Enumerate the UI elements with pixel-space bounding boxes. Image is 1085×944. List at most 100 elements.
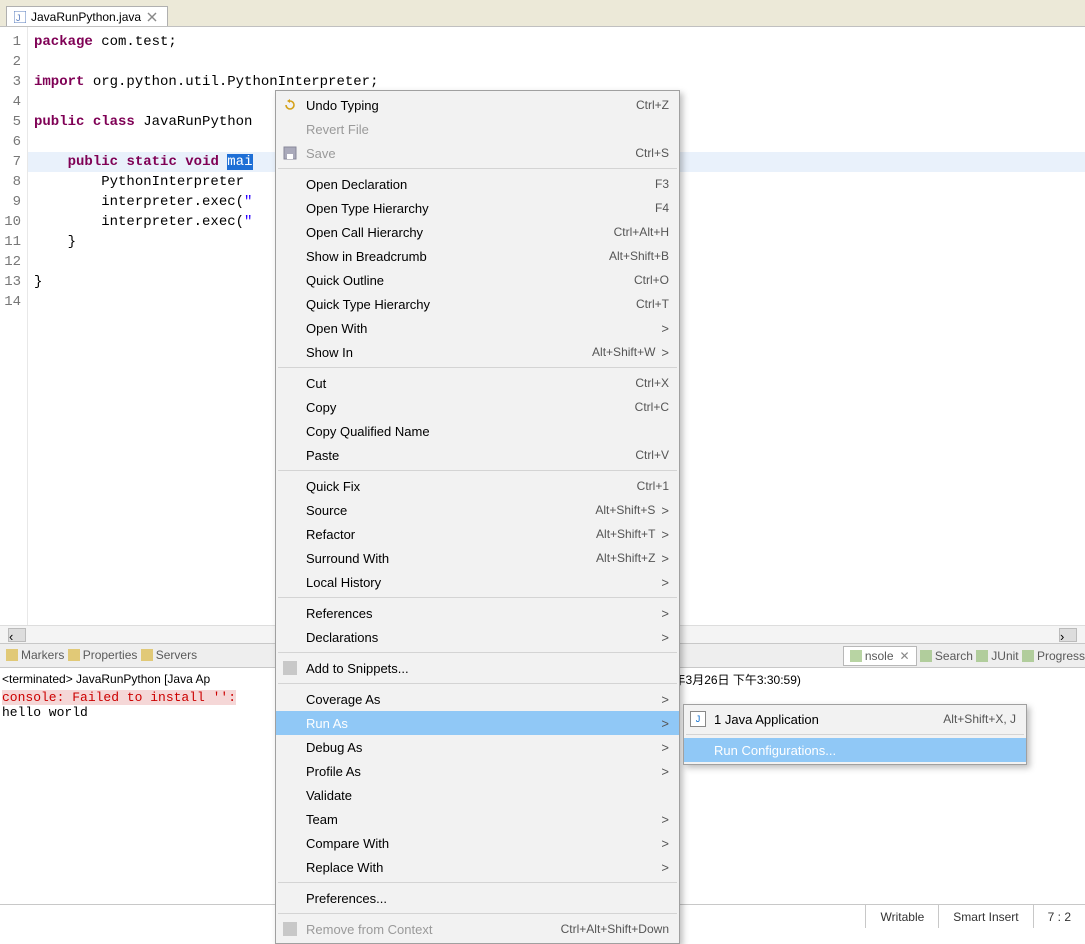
menu-item[interactable]: Show InAlt+Shift+W> <box>276 340 679 364</box>
view-tab[interactable]: Progress <box>1022 649 1085 663</box>
line-number: 5 <box>0 112 27 132</box>
menu-item-shortcut: Ctrl+1 <box>637 479 669 493</box>
view-tab[interactable]: Search <box>920 649 973 663</box>
menu-item[interactable]: Declarations> <box>276 625 679 649</box>
menu-item[interactable]: Run As> <box>276 711 679 735</box>
menu-item[interactable]: RefactorAlt+Shift+T> <box>276 522 679 546</box>
line-number: 11 <box>0 232 27 252</box>
code-line[interactable]: import org.python.util.PythonInterpreter… <box>28 72 1085 92</box>
submenu-arrow-icon: > <box>661 812 669 827</box>
menu-item-label: Refactor <box>306 527 596 542</box>
menu-item-shortcut: Ctrl+S <box>635 146 669 160</box>
menu-separator <box>686 734 1024 735</box>
menu-item-label: Local History <box>306 575 655 590</box>
close-icon[interactable]: ✕ <box>900 649 910 663</box>
submenu-arrow-icon: > <box>661 764 669 779</box>
menu-item-label: Quick Type Hierarchy <box>306 297 636 312</box>
menu-item[interactable]: PasteCtrl+V <box>276 443 679 467</box>
menu-item[interactable]: Quick Type HierarchyCtrl+T <box>276 292 679 316</box>
menu-item-shortcut: Ctrl+Alt+H <box>614 225 669 239</box>
view-tab-label: JUnit <box>991 649 1018 663</box>
menu-item[interactable]: Open Call HierarchyCtrl+Alt+H <box>276 220 679 244</box>
menu-item-label: Team <box>306 812 655 827</box>
menu-item-label: Run Configurations... <box>714 743 1016 758</box>
menu-item[interactable]: Add to Snippets... <box>276 656 679 680</box>
menu-item[interactable]: Coverage As> <box>276 687 679 711</box>
menu-item[interactable]: Open With> <box>276 316 679 340</box>
menu-item[interactable]: References> <box>276 601 679 625</box>
menu-item[interactable]: SourceAlt+Shift+S> <box>276 498 679 522</box>
menu-item[interactable]: Open DeclarationF3 <box>276 172 679 196</box>
menu-item-label: Undo Typing <box>306 98 636 113</box>
view-tab[interactable]: Servers <box>141 648 197 662</box>
status-cursor-pos: 7 : 2 <box>1033 905 1085 928</box>
menu-item[interactable]: Validate <box>276 783 679 807</box>
menu-item-label: Open Type Hierarchy <box>306 201 655 216</box>
menu-item-shortcut: Alt+Shift+S <box>595 503 655 517</box>
submenu-arrow-icon: > <box>661 630 669 645</box>
menu-item[interactable]: Replace With> <box>276 855 679 879</box>
view-tab-label: Servers <box>156 648 197 662</box>
menu-item-label: Debug As <box>306 740 655 755</box>
line-number: 4 <box>0 92 27 112</box>
menu-separator <box>278 652 677 653</box>
menu-item-shortcut: Alt+Shift+B <box>609 249 669 263</box>
code-line[interactable] <box>28 52 1085 72</box>
menu-item[interactable]: Copy Qualified Name <box>276 419 679 443</box>
java-file-icon: J <box>13 10 27 24</box>
view-tab[interactable]: JUnit <box>976 649 1018 663</box>
menu-item-label: Copy <box>306 400 635 415</box>
run-as-submenu: J1 Java ApplicationAlt+Shift+X, J Run Con… <box>683 704 1027 765</box>
menu-item-shortcut: Ctrl+X <box>635 376 669 390</box>
close-icon[interactable] <box>145 10 159 24</box>
menu-item[interactable]: Profile As> <box>276 759 679 783</box>
view-tab[interactable]: Properties <box>68 648 138 662</box>
menu-item[interactable]: J1 Java ApplicationAlt+Shift+X, J <box>684 707 1026 731</box>
submenu-arrow-icon: > <box>661 692 669 707</box>
menu-item[interactable]: Local History> <box>276 570 679 594</box>
menu-item[interactable]: Preferences... <box>276 886 679 910</box>
submenu-arrow-icon: > <box>661 740 669 755</box>
menu-separator <box>278 597 677 598</box>
menu-item-shortcut: Alt+Shift+Z <box>596 551 655 565</box>
line-number: 6 <box>0 132 27 152</box>
menu-item-label: Open Declaration <box>306 177 655 192</box>
code-line[interactable]: package com.test; <box>28 32 1085 52</box>
scroll-left-button[interactable]: ‹ <box>8 628 26 642</box>
view-tab[interactable]: nsole✕ <box>843 646 917 666</box>
line-number: 1 <box>0 32 27 52</box>
menu-item-label: Compare With <box>306 836 655 851</box>
menu-item[interactable]: Surround WithAlt+Shift+Z> <box>276 546 679 570</box>
menu-item-shortcut: F3 <box>655 177 669 191</box>
menu-item[interactable]: Run Configurations... <box>684 738 1026 762</box>
submenu-arrow-icon: > <box>661 345 669 360</box>
line-number: 8 <box>0 172 27 192</box>
menu-item[interactable]: Quick OutlineCtrl+O <box>276 268 679 292</box>
view-tab-icon <box>1022 650 1034 662</box>
menu-item[interactable]: Debug As > <box>276 735 679 759</box>
editor-tab[interactable]: J JavaRunPython.java <box>6 6 168 26</box>
menu-item[interactable]: Open Type HierarchyF4 <box>276 196 679 220</box>
menu-item[interactable]: Compare With > <box>276 831 679 855</box>
menu-item-label: Add to Snippets... <box>306 661 669 676</box>
line-number: 12 <box>0 252 27 272</box>
view-tab[interactable]: Markers <box>6 648 64 662</box>
menu-item[interactable]: Team > <box>276 807 679 831</box>
submenu-arrow-icon: > <box>661 860 669 875</box>
view-tab-label: Properties <box>83 648 138 662</box>
menu-item-shortcut: F4 <box>655 201 669 215</box>
menu-item-shortcut: Ctrl+T <box>636 297 669 311</box>
menu-item[interactable]: CutCtrl+X <box>276 371 679 395</box>
menu-item[interactable]: Show in BreadcrumbAlt+Shift+B <box>276 244 679 268</box>
menu-item-label: Run As <box>306 716 655 731</box>
menu-item-shortcut: Alt+Shift+T <box>596 527 655 541</box>
menu-item-label: Open With <box>306 321 655 336</box>
line-number-gutter: 1234567891011121314 <box>0 27 28 625</box>
line-number: 9 <box>0 192 27 212</box>
view-tab-icon <box>6 649 18 661</box>
submenu-arrow-icon: > <box>661 836 669 851</box>
menu-item[interactable]: CopyCtrl+C <box>276 395 679 419</box>
menu-item[interactable]: Undo TypingCtrl+Z <box>276 93 679 117</box>
menu-item[interactable]: Quick FixCtrl+1 <box>276 474 679 498</box>
scroll-right-button[interactable]: › <box>1059 628 1077 642</box>
